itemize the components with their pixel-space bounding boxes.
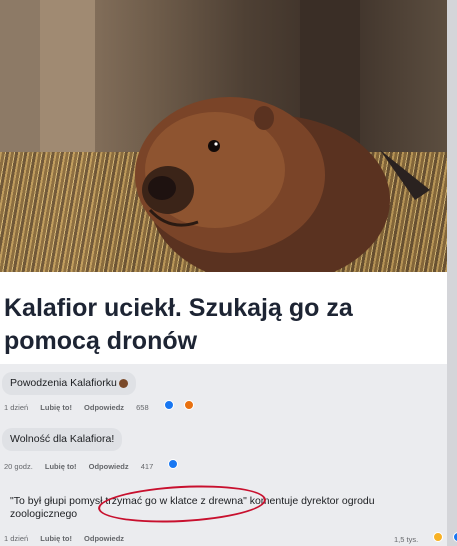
like-reaction-icon: [163, 400, 174, 410]
comment-time: 1 dzień: [4, 534, 29, 543]
beaver-illustration: [135, 97, 430, 272]
reaction-count: 658: [136, 403, 149, 412]
reaction-summary[interactable]: 1,5 tys.: [394, 532, 457, 544]
article-headline[interactable]: Kalafior uciekł. Szukają go za pomocą dr…: [4, 292, 424, 358]
comment-text: Wolność dla Kalafiora!: [10, 433, 115, 445]
comment-meta: 20 godz. Lubię to! Odpowiedz 417: [4, 459, 198, 471]
haha-reaction-icon: [433, 532, 444, 542]
comment: Wolność dla Kalafiora!: [0, 428, 447, 451]
comment-meta: 1 dzień Lubię to! Odpowiedz: [4, 534, 134, 543]
comment-text: Powodzenia Kalafiorku: [10, 377, 117, 389]
like-link[interactable]: Lubię to!: [40, 534, 72, 543]
like-reaction-icon: [453, 532, 457, 542]
reaction-summary[interactable]: 658: [136, 400, 204, 412]
beaver-emoji-icon: [118, 378, 128, 388]
angry-reaction-icon: [183, 400, 194, 410]
comment-bubble: Powodzenia Kalafiorku: [2, 372, 136, 395]
page-edge: [447, 0, 457, 546]
beaver-photo: [0, 0, 447, 272]
reply-link[interactable]: Odpowiedz: [84, 534, 124, 543]
comment-time: 1 dzień: [4, 403, 29, 412]
like-reaction-icon: [168, 459, 179, 469]
reply-link[interactable]: Odpowiedz: [89, 462, 129, 471]
reply-link[interactable]: Odpowiedz: [84, 403, 124, 412]
like-link[interactable]: Lubię to!: [40, 403, 72, 412]
like-link[interactable]: Lubię to!: [45, 462, 77, 471]
article-card[interactable]: Kalafior uciekł. Szukają go za pomocą dr…: [0, 272, 447, 364]
reaction-count: 417: [140, 462, 154, 471]
reaction-summary[interactable]: 417: [141, 459, 189, 471]
comment: Powodzenia Kalafiorku: [0, 372, 447, 395]
comment-meta: 1 dzień Lubię to! Odpowiedz 658: [4, 400, 214, 412]
comment-bubble: Wolność dla Kalafiora!: [2, 428, 123, 451]
reaction-count: 1,5 tys.: [394, 535, 419, 544]
comment-time: 20 godz.: [4, 462, 33, 471]
